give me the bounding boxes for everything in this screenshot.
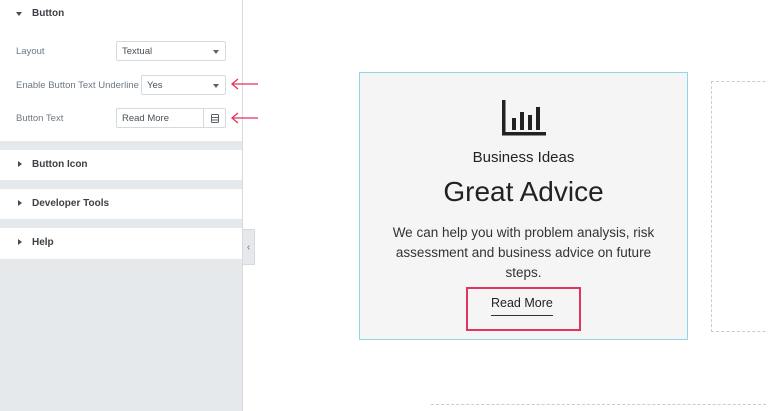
bar-chart-icon [502,100,546,136]
button-text-label: Button Text [16,113,64,124]
layout-select[interactable]: Textual [116,41,226,61]
call-to-action-card[interactable]: Business Ideas Great Advice We can help … [359,72,688,340]
card-subtitle: Business Ideas [472,149,575,166]
underline-select-value: Yes [147,79,163,91]
read-more-button[interactable]: Read More [491,296,553,316]
section-title: Button [32,8,65,19]
arrow-left-icon [230,78,258,90]
button-icon-section[interactable]: Button Icon [0,150,242,180]
developer-tools-header[interactable]: Developer Tools [0,190,242,218]
section-title: Button Icon [32,159,88,170]
section-title: Help [32,237,54,248]
card-title: Great Advice [443,176,604,207]
empty-section-placeholder [431,404,768,411]
card-description: We can help you with problem analysis, r… [392,225,655,280]
layout-select-value: Textual [122,45,153,57]
caret-down-icon [16,12,22,16]
underline-select[interactable]: Yes [141,75,226,95]
chevron-down-icon [213,84,219,88]
button-icon-header[interactable]: Button Icon [0,151,242,179]
database-icon [210,113,219,123]
collapse-panel-button[interactable]: ‹ [243,229,255,265]
chevron-left-icon: ‹ [246,241,251,253]
developer-tools-section[interactable]: Developer Tools [0,189,242,219]
help-header[interactable]: Help [0,229,242,257]
caret-right-icon [18,161,22,167]
dynamic-tags-button[interactable] [204,108,226,128]
caret-right-icon [18,200,22,206]
help-section[interactable]: Help [0,228,242,259]
button-section: Button Layout Textual Enable Button Text… [0,0,242,141]
empty-column-placeholder [711,81,768,332]
section-title: Developer Tools [32,198,110,209]
caret-right-icon [18,239,22,245]
button-section-header[interactable]: Button [0,0,242,28]
underline-label: Enable Button Text Underline [16,80,139,91]
chevron-down-icon [213,50,219,54]
button-text-value: Read More [122,112,169,124]
button-text-input[interactable]: Read More [116,108,204,128]
arrow-left-icon [230,112,258,124]
layout-label: Layout [16,46,45,57]
settings-panel: Button Layout Textual Enable Button Text… [0,0,243,411]
